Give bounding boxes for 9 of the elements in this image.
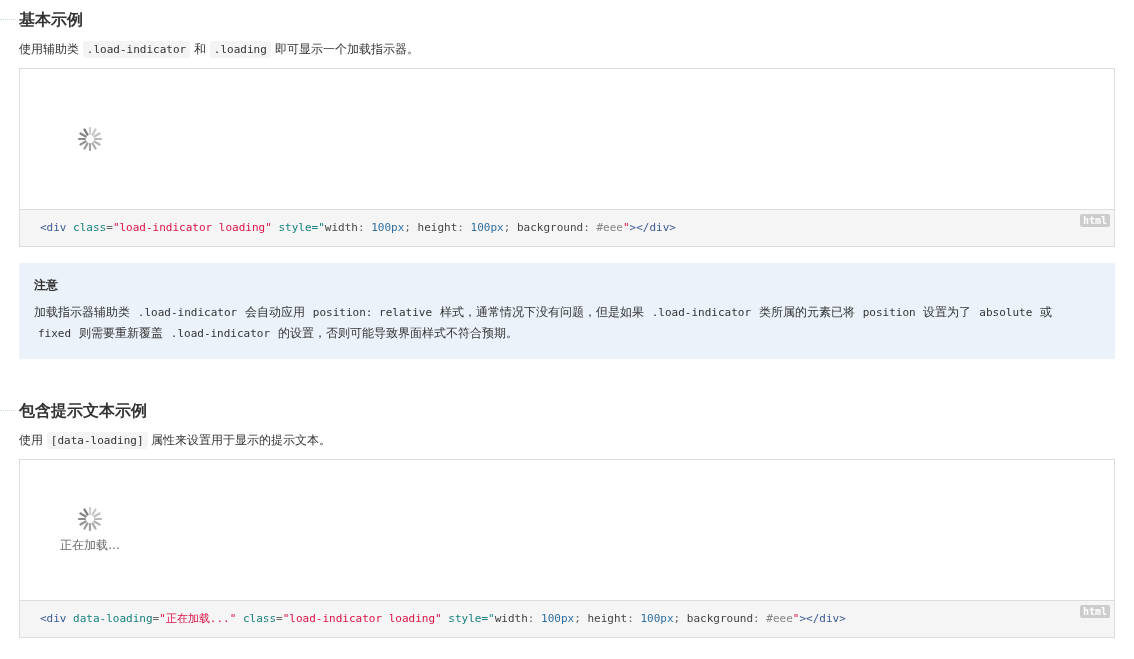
section-heading: 包含提示文本示例	[19, 400, 147, 422]
section-description: 使用 [data-loading] 属性来设置用于显示的提示文本。	[19, 431, 333, 450]
note-text: 加载指示器辅助类 .load-indicator 会自动应用 position: relative 样式，通常情况下没有问题，但是如果 .load-indicator 类所属的元素已将 position 设置为了 absolute 或 fixed 则需要重新覆盖 .load-indicator 的设置，否则可能导致界面样式不符合预期。	[34, 304, 1054, 342]
section-description: 使用辅助类 .load-indicator 和 .loading 即可显示一个加载指示器。	[19, 40, 420, 59]
section-heading: 基本示例	[19, 9, 83, 31]
note-title: 注意	[34, 277, 59, 294]
spinner-icon	[78, 506, 102, 531]
spinner-icon	[78, 127, 102, 151]
loading-text: 正在加载...	[60, 536, 120, 554]
